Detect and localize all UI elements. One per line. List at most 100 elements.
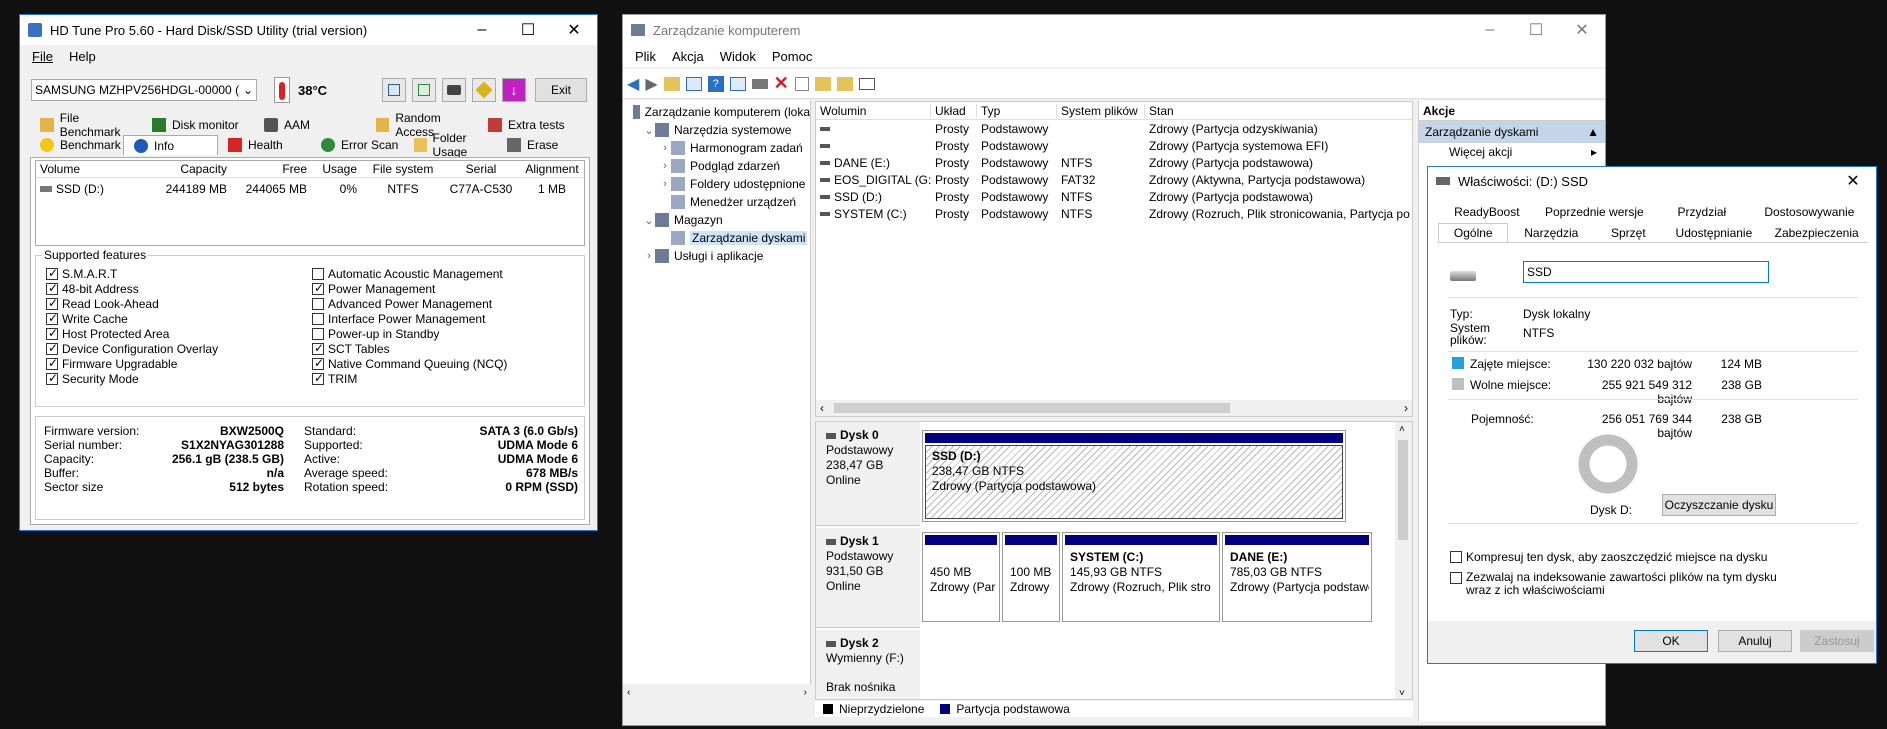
col-wolumin[interactable]: Wolumin [816, 103, 931, 118]
help-icon[interactable]: ? [707, 75, 724, 92]
feature-checkbox[interactable] [46, 266, 58, 280]
minimize-button[interactable]: – [459, 15, 505, 45]
tree-item[interactable]: › Usługi i aplikacje [623, 247, 810, 265]
expand-icon[interactable]: › [643, 250, 655, 262]
close-button[interactable]: ✕ [1830, 167, 1876, 195]
screenshot-button[interactable] [442, 78, 466, 102]
menu-pomoc[interactable]: Pomoc [764, 49, 820, 64]
console-tree-icon[interactable] [685, 76, 702, 91]
disk-map-vscroll[interactable]: ˄ ˅ [1395, 422, 1412, 699]
minimize-button[interactable]: – [1467, 15, 1513, 45]
feature-checkbox[interactable] [312, 312, 324, 325]
table-row[interactable]: Prosty Podstawowy Zdrowy (Partycja systemo… [816, 137, 1412, 154]
check-icon[interactable] [794, 76, 809, 91]
tree-item[interactable]: Menedżer urządzeń [623, 193, 810, 211]
tab-narzedzia[interactable]: Narzędzia [1508, 223, 1594, 242]
partition[interactable]: 450 MB Zdrowy (Par [922, 532, 1000, 622]
tab-folder-usage[interactable]: Folder Usage [404, 131, 497, 159]
expand-icon[interactable]: › [659, 178, 671, 190]
tab-przydzial[interactable]: Przydział [1653, 205, 1751, 223]
close-button[interactable]: ✕ [1559, 15, 1605, 45]
up-folder-icon[interactable] [663, 76, 680, 91]
tree-hscroll[interactable]: ‹ › [623, 684, 811, 700]
maximize-button[interactable]: ☐ [1513, 15, 1559, 45]
menu-akcja[interactable]: Akcja [664, 49, 712, 64]
tab-info[interactable]: Info [123, 135, 218, 155]
scroll-left-icon[interactable]: ‹ [627, 687, 630, 698]
feature-checkbox[interactable] [312, 356, 324, 370]
disk2-info[interactable]: Dysk 2 Wymienny (F:) Brak nośnika [816, 630, 920, 699]
volume-list[interactable]: Volume Capacity Free Usage File system S… [35, 160, 585, 246]
tree-item[interactable]: Zarządzanie komputerem (loka [623, 103, 810, 121]
folder-search-icon[interactable] [836, 76, 853, 91]
menu-file[interactable]: File [24, 49, 61, 64]
tab-health[interactable]: Health [218, 135, 311, 155]
tree-item[interactable]: Zarządzanie dyskami [623, 229, 810, 247]
tab-poprzednie-wersje[interactable]: Poprzednie wersje [1536, 205, 1653, 223]
table-row[interactable]: SYSTEM (C:) Prosty Podstawowy NTFS Zdrowy (R… [816, 205, 1412, 222]
close-button[interactable]: ✕ [551, 15, 597, 45]
connect-icon[interactable] [751, 78, 768, 89]
back-arrow-icon[interactable]: ◀ [627, 74, 639, 94]
copy-text-button[interactable] [382, 78, 406, 102]
scroll-right-icon[interactable]: › [804, 687, 807, 698]
feature-checkbox[interactable] [312, 297, 324, 310]
scroll-thumb[interactable] [834, 403, 1230, 413]
tab-error-scan[interactable]: Error Scan [311, 135, 404, 155]
table-row[interactable]: SSD (D:) Prosty Podstawowy NTFS Zdrowy (Part… [816, 188, 1412, 205]
folder-up-icon[interactable] [814, 76, 831, 91]
col-stan[interactable]: Stan [1145, 104, 1410, 118]
copy-screenshot-button[interactable] [412, 78, 436, 102]
tree-item[interactable]: › Harmonogram zadań [623, 139, 810, 157]
tab-aam[interactable]: AAM [254, 115, 366, 135]
expand-icon[interactable]: › [659, 160, 671, 172]
feature-checkbox[interactable] [312, 281, 324, 295]
table-row[interactable]: Prosty Podstawowy Zdrowy (Partycja odzyski… [816, 120, 1412, 137]
feature-checkbox[interactable] [46, 296, 58, 310]
scroll-down-icon[interactable]: ˅ [1399, 688, 1405, 699]
partition[interactable]: 100 MB Zdrowy [1002, 532, 1060, 622]
disk0-info[interactable]: Dysk 0 Podstawowy 238,47 GB Online [816, 422, 920, 526]
maximize-button[interactable]: ☐ [505, 15, 551, 45]
feature-checkbox[interactable] [46, 341, 58, 355]
disk-cleanup-button[interactable]: Oczyszczanie dysku [1662, 494, 1776, 516]
tab-disk-monitor[interactable]: Disk monitor [142, 115, 254, 135]
properties-titlebar[interactable]: Właściwości: (D:) SSD ✕ [1428, 167, 1876, 195]
feature-checkbox[interactable] [46, 311, 58, 325]
tree-item[interactable]: › Podgląd zdarzeń [623, 157, 810, 175]
ok-button[interactable]: OK [1634, 630, 1708, 652]
checkbox[interactable] [1450, 551, 1462, 563]
scroll-right-icon[interactable]: › [1404, 401, 1408, 415]
partition-ssd-d[interactable]: SSD (D:) 238,47 GB NTFS Zdrowy (Partycja… [922, 430, 1346, 522]
partition[interactable]: SYSTEM (C:) 145,93 GB NTFS Zdrowy (Rozruch… [1062, 532, 1220, 622]
drive-select[interactable]: SAMSUNG MZHPV256HDGL-00000 (256 ⌄ [31, 79, 257, 101]
tab-udostepnianie[interactable]: Udostępnianie [1663, 223, 1766, 242]
partition[interactable]: DANE (E:) 785,03 GB NTFS Zdrowy (Partycja … [1222, 532, 1372, 622]
tree-item[interactable]: ⌄ Magazyn [623, 211, 810, 229]
more-actions[interactable]: Więcej akcji ▸ [1419, 143, 1605, 161]
forward-arrow-icon[interactable]: ▶ [645, 74, 657, 94]
tab-readyboost[interactable]: ReadyBoost [1438, 205, 1536, 223]
menu-widok[interactable]: Widok [712, 49, 764, 64]
tab-benchmark[interactable]: Benchmark [30, 135, 123, 155]
tab-erase[interactable]: Erase [497, 135, 590, 155]
feature-checkbox[interactable] [46, 281, 58, 295]
expand-icon[interactable]: › [659, 142, 671, 154]
scroll-left-icon[interactable]: ‹ [820, 401, 824, 415]
tab-file-benchmark[interactable]: File Benchmark [30, 111, 142, 139]
tab-sprzet[interactable]: Sprzęt [1594, 223, 1662, 242]
feature-checkbox[interactable] [312, 371, 324, 385]
options-button[interactable] [472, 78, 496, 102]
col-system-plikow[interactable]: System plików [1057, 103, 1145, 118]
list-view-icon[interactable] [858, 77, 875, 90]
col-typ[interactable]: Typ [977, 103, 1057, 118]
menu-help[interactable]: Help [61, 49, 104, 64]
tab-ogolne[interactable]: Ogólne [1438, 223, 1509, 242]
drive-name-input[interactable] [1523, 261, 1769, 283]
delete-x-icon[interactable]: ✕ [774, 73, 789, 94]
feature-checkbox[interactable] [312, 341, 324, 355]
index-checkbox[interactable]: Zezwalaj na indeksowanie zawartości plik… [1450, 571, 1790, 597]
actions-section[interactable]: Zarządzanie dyskami ▲ [1419, 121, 1605, 143]
feature-checkbox[interactable] [312, 267, 324, 280]
volume-hscroll[interactable]: ‹ › [816, 400, 1412, 416]
